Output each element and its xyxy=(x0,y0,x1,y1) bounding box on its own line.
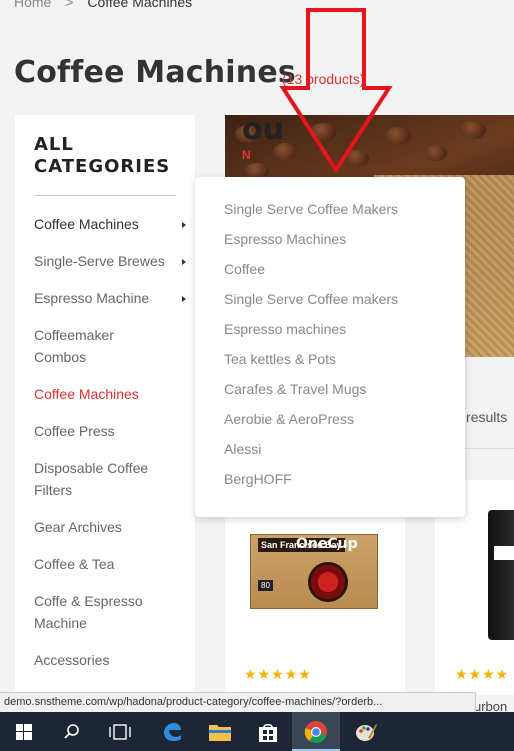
sidebar-item-label: Coffee Machines xyxy=(34,386,139,402)
sidebar-item-coffee-machines[interactable]: Coffee Machines xyxy=(34,213,186,235)
sidebar-item-coffee-tea[interactable]: Coffee & Tea xyxy=(34,553,184,575)
breadcrumb-home-link[interactable]: Home xyxy=(14,0,51,10)
sidebar-item-label: Gear Archives xyxy=(34,519,122,535)
coffee-bean xyxy=(425,145,447,161)
sidebar-item-label: Espresso Machine xyxy=(34,290,150,306)
submenu-item[interactable]: BergHOFF xyxy=(224,469,292,489)
category-sidebar: ALL CATEGORIES Coffee Machines Single-Se… xyxy=(15,115,195,695)
chrome-icon[interactable] xyxy=(292,712,340,751)
banner-subtext: N xyxy=(242,148,251,162)
submenu-arrow-icon xyxy=(182,296,186,302)
sidebar-item-label: Coffee Press xyxy=(34,423,115,439)
search-icon[interactable] xyxy=(48,712,96,751)
rating-stars: ★★★★★ xyxy=(244,666,312,682)
file-explorer-icon[interactable] xyxy=(196,712,244,751)
sidebar-item-espresso-machine[interactable]: Espresso Machine xyxy=(34,287,186,309)
sidebar-item-label: Disposable Coffee Filters xyxy=(34,460,149,498)
coffee-bean xyxy=(460,121,486,139)
sidebar-item-coffeemaker-combos[interactable]: Coffeemaker Combos xyxy=(34,324,144,368)
submenu-item[interactable]: Coffee xyxy=(224,259,265,279)
sidebar-item-coffee-press[interactable]: Coffee Press xyxy=(34,420,184,442)
edge-icon[interactable] xyxy=(148,712,196,751)
sidebar-divider xyxy=(34,195,176,196)
breadcrumb-current: Coffee Machines xyxy=(87,0,193,10)
bag-label xyxy=(494,546,514,560)
submenu-arrow-icon xyxy=(182,259,186,265)
store-icon[interactable] xyxy=(244,712,292,751)
sidebar-title: ALL CATEGORIES xyxy=(34,134,170,178)
sidebar-item-label: Coffee Machines xyxy=(34,216,139,232)
sidebar-item-coffee-machines-active[interactable]: Coffee Machines xyxy=(34,383,184,405)
annotation-arrow-icon xyxy=(279,8,393,174)
submenu-item[interactable]: Aerobie & AeroPress xyxy=(224,409,354,429)
submenu-item[interactable]: Espresso machines xyxy=(224,319,346,339)
submenu-item[interactable]: Single Serve Coffee makers xyxy=(224,289,398,309)
sidebar-item-coffe-espresso-machine[interactable]: Coffe & Espresso Machine xyxy=(34,590,154,634)
task-view-icon[interactable] xyxy=(96,712,144,751)
windows-taskbar xyxy=(0,712,514,751)
submenu-item[interactable]: Tea kettles & Pots xyxy=(224,349,336,369)
product-image[interactable]: San Francisco Bay OneCup 80 xyxy=(250,530,380,612)
page-title: Coffee Machines xyxy=(14,55,296,90)
submenu-item[interactable]: Single Serve Coffee Makers xyxy=(224,199,398,219)
sidebar-item-label: Single-Serve Brewes xyxy=(34,253,165,269)
sidebar-item-label: Coffee & Tea xyxy=(34,556,115,572)
sidebar-item-label: Coffeemaker Combos xyxy=(34,327,114,365)
sidebar-item-label: Accessories xyxy=(34,652,110,668)
sidebar-item-gear-archives[interactable]: Gear Archives xyxy=(34,516,184,538)
paint-icon[interactable] xyxy=(342,712,390,751)
submenu-arrow-icon xyxy=(182,222,186,228)
sidebar-item-label: Coffe & Espresso Machine xyxy=(34,593,143,631)
coffee-pod-image xyxy=(308,562,348,602)
sidebar-item-disposable-coffee-filters[interactable]: Disposable Coffee Filters xyxy=(34,457,162,501)
results-count-text: results xyxy=(466,409,508,425)
sidebar-item-accessories[interactable]: Accessories xyxy=(34,649,184,671)
sidebar-title-line1: ALL xyxy=(34,134,74,155)
status-bar-url: demo.snstheme.com/wp/hadona/product-cate… xyxy=(0,692,476,712)
product-image-bag[interactable] xyxy=(488,510,514,640)
submenu-item[interactable]: Alessi xyxy=(224,439,261,459)
sidebar-item-single-serve-brewes[interactable]: Single-Serve Brewes xyxy=(34,250,186,272)
product-box-count: 80 xyxy=(258,580,273,591)
windows-start-icon[interactable] xyxy=(0,712,48,751)
rating-stars: ★★★★ xyxy=(455,666,510,682)
toolbar-divider xyxy=(465,448,514,449)
breadcrumb-separator: > xyxy=(65,0,74,10)
breadcrumb: Home > Coffee Machines xyxy=(14,0,202,10)
submenu-item[interactable]: Carafes & Travel Mugs xyxy=(224,379,366,399)
product-box-label: OneCup xyxy=(296,536,358,552)
category-submenu-dropdown: Single Serve Coffee Makers Espresso Mach… xyxy=(195,177,465,517)
sidebar-title-line2: CATEGORIES xyxy=(34,156,171,177)
submenu-item[interactable]: Espresso Machines xyxy=(224,229,346,249)
